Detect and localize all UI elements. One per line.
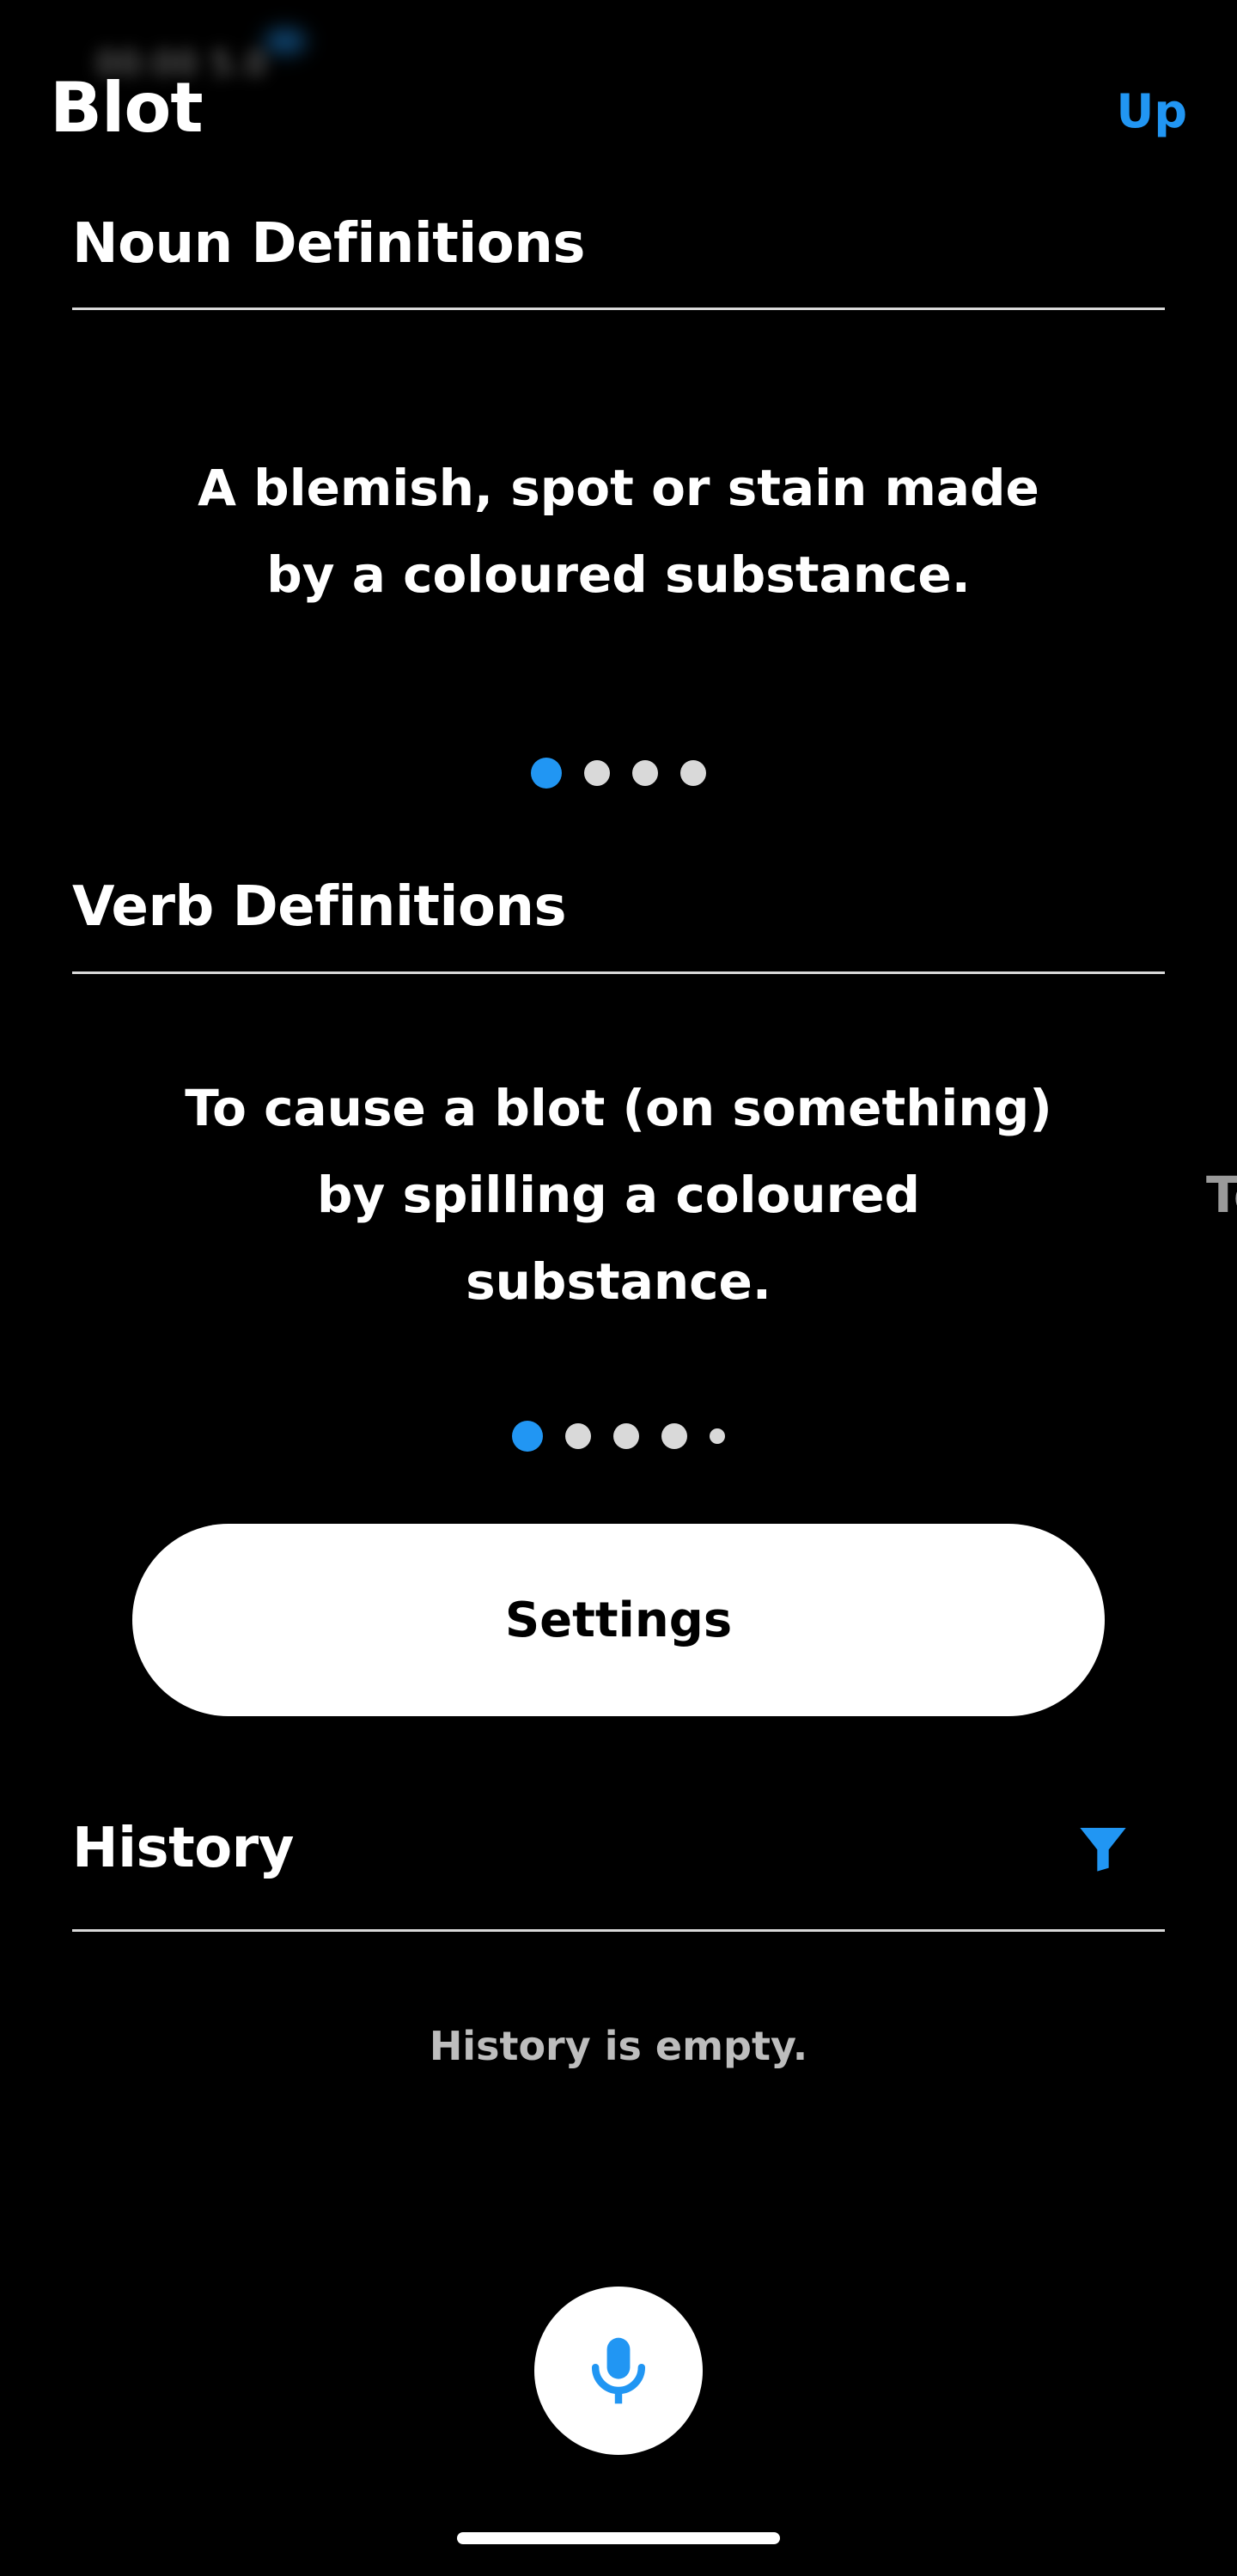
- noun-definition-line: by a coloured substance.: [266, 545, 971, 604]
- verb-definition-card[interactable]: To cause a blot (on something) by spilli…: [172, 1065, 1065, 1325]
- verb-page-dot[interactable]: [512, 1421, 543, 1452]
- verb-definition-line: To cause a blot (on something): [185, 1079, 1052, 1137]
- verb-page-dot[interactable]: [710, 1428, 725, 1444]
- verb-definitions-header: Verb Definitions: [72, 873, 1165, 941]
- verb-definition-line: substance.: [466, 1252, 771, 1311]
- noun-page-indicator: [0, 758, 1237, 789]
- home-indicator[interactable]: [457, 2532, 780, 2544]
- noun-definition-card[interactable]: A blemish, spot or stain made by a colou…: [172, 445, 1065, 618]
- history-header: History: [72, 1814, 1165, 1883]
- microphone-icon: [591, 2337, 646, 2404]
- noun-definitions-header: Noun Definitions: [72, 210, 1165, 278]
- history-title: History: [72, 1817, 294, 1880]
- noun-page-dot[interactable]: [584, 760, 610, 786]
- noun-definitions-title: Noun Definitions: [72, 212, 585, 276]
- history-divider: [72, 1929, 1165, 1932]
- verb-definitions-title: Verb Definitions: [72, 875, 567, 939]
- noun-page-dot[interactable]: [680, 760, 706, 786]
- verb-divider: [72, 971, 1165, 974]
- noun-divider: [72, 308, 1165, 310]
- verb-page-dot[interactable]: [661, 1423, 687, 1449]
- noun-page-dot[interactable]: [531, 758, 562, 789]
- verb-page-dot[interactable]: [613, 1423, 639, 1449]
- verb-page-indicator: [0, 1421, 1237, 1452]
- settings-button[interactable]: Settings: [132, 1524, 1105, 1716]
- status-indicator: [265, 29, 306, 53]
- filter-icon[interactable]: [1076, 1821, 1130, 1876]
- history-empty-message: History is empty.: [429, 2023, 808, 2069]
- noun-page-dot[interactable]: [632, 760, 658, 786]
- microphone-button[interactable]: [534, 2287, 703, 2455]
- up-button[interactable]: Up: [1116, 84, 1187, 139]
- settings-button-label: Settings: [504, 1592, 733, 1648]
- next-verb-card-peek[interactable]: To: [1206, 1152, 1237, 1239]
- verb-definition-line: by spilling a coloured: [316, 1166, 921, 1224]
- noun-definition-line: A blemish, spot or stain made: [198, 459, 1039, 517]
- page-title: Blot: [50, 68, 204, 148]
- verb-page-dot[interactable]: [565, 1423, 591, 1449]
